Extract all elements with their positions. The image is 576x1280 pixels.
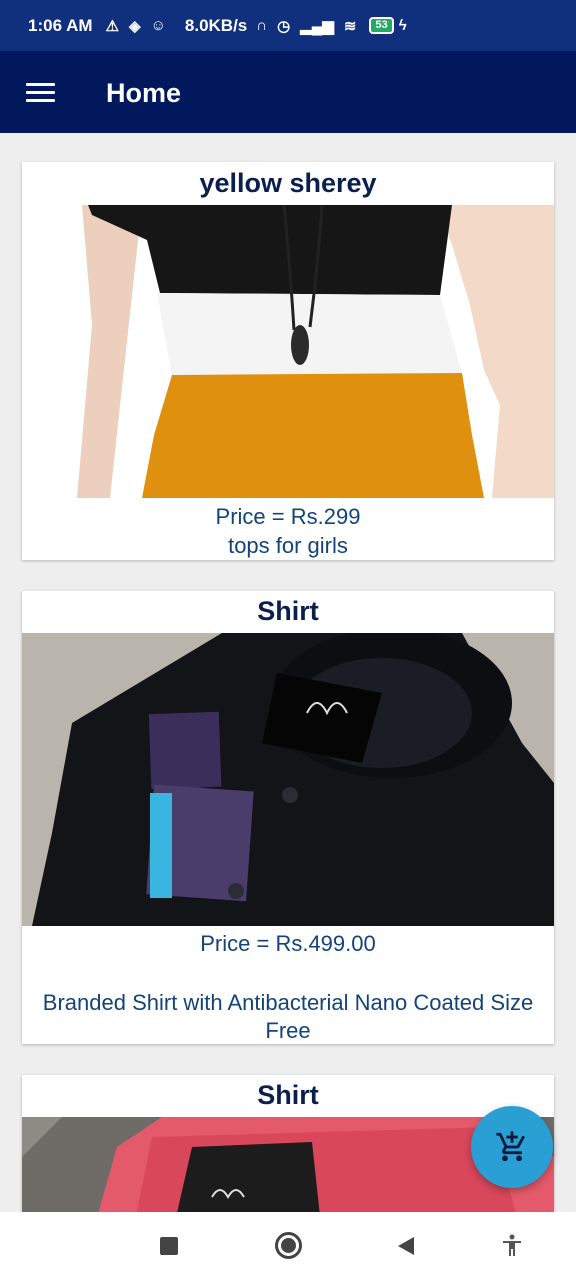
system-nav-bar — [0, 1212, 576, 1280]
status-time: 1:06 AM — [28, 15, 93, 35]
notification-icon: ☺ — [150, 17, 166, 34]
app-notification-icon: ◈ — [129, 17, 141, 35]
battery-icon: 53 — [369, 17, 394, 34]
warning-icon: ⚠ — [105, 17, 120, 35]
status-bar: 1:06 AM ⚠ ◈ ☺ 8.0KB/s ∩ ◷ ▂▄▆ ≋ 53 ϟ — [0, 0, 576, 51]
product-title: Shirt — [257, 596, 319, 626]
product-description: Branded Shirt with Antibacterial Nano Co… — [42, 990, 534, 1043]
accessibility-icon[interactable] — [501, 1234, 523, 1258]
menu-icon[interactable] — [26, 83, 56, 103]
app-bar: Home — [0, 51, 576, 133]
add-to-cart-button[interactable] — [471, 1106, 553, 1188]
recents-icon[interactable] — [160, 1237, 178, 1255]
product-card[interactable]: yellow sherey Price = Rs.299 tops for gi… — [22, 162, 554, 560]
alarm-icon: ◷ — [277, 17, 291, 35]
signal-icon: ▂▄▆ — [300, 17, 334, 35]
product-card[interactable]: Shirt Price = Rs.499.00 Branded Shirt wi… — [22, 591, 554, 1044]
home-icon[interactable] — [275, 1232, 302, 1259]
product-description: tops for girls — [228, 533, 348, 558]
page-title: Home — [106, 78, 182, 108]
charging-icon: ϟ — [398, 17, 407, 34]
wifi-icon: ≋ — [343, 17, 357, 35]
product-title: Shirt — [257, 1080, 319, 1110]
headphones-icon: ∩ — [256, 17, 268, 34]
back-icon[interactable] — [396, 1236, 416, 1256]
product-image — [22, 205, 554, 498]
product-title: yellow sherey — [199, 168, 377, 198]
product-image — [22, 633, 554, 926]
network-speed: 8.0KB/s — [184, 15, 248, 35]
product-price: Price = Rs.299 — [215, 504, 361, 529]
add-shopping-cart-icon — [496, 1131, 525, 1162]
product-price: Price = Rs.499.00 — [200, 931, 376, 956]
